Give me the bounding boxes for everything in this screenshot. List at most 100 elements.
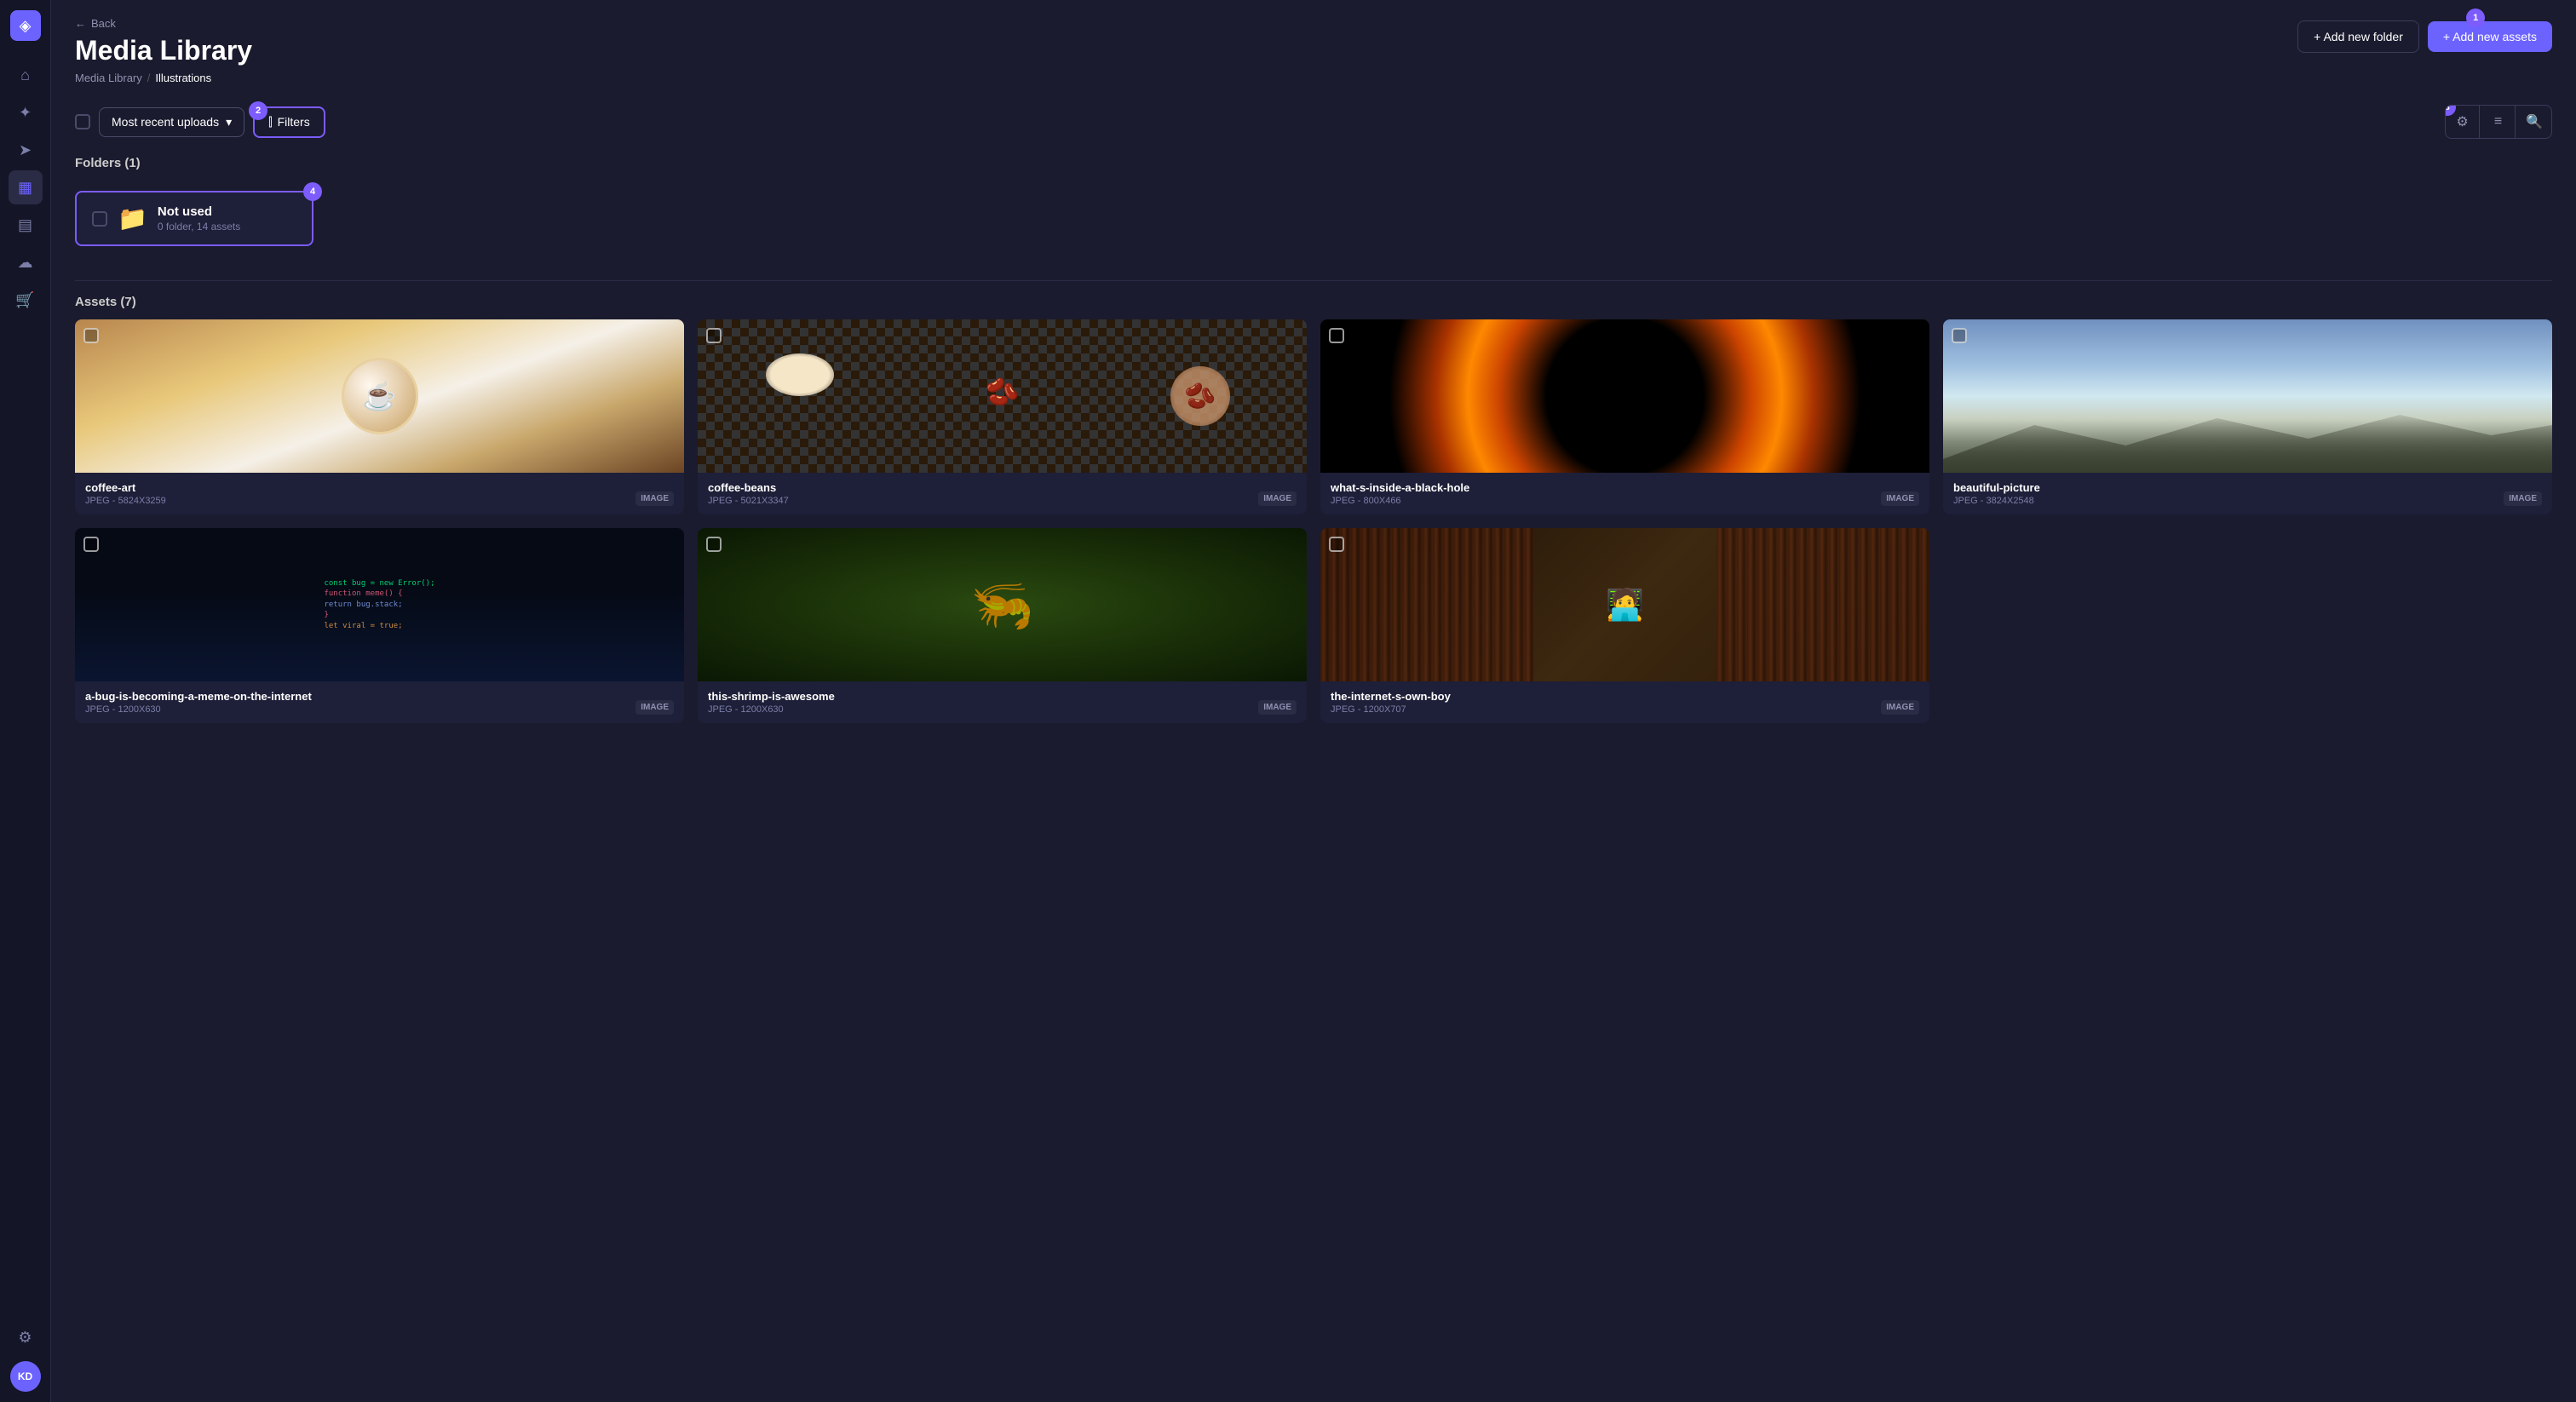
asset-checkbox-0[interactable] <box>83 328 99 343</box>
back-arrow-icon: ← <box>75 17 86 30</box>
sidebar-item-media[interactable]: ▦ <box>9 170 43 204</box>
header-left: ← Back Media Library Media Library / Ill… <box>75 17 252 84</box>
folders-section: Folders (1) 4 📁 Not used 0 folder, 14 as… <box>75 156 2552 246</box>
folder-item[interactable]: 📁 Not used 0 folder, 14 assets <box>75 191 313 246</box>
asset-meta-5: JPEG - 1200X630 <box>708 704 835 715</box>
asset-meta-2: JPEG - 800X466 <box>1331 496 1469 506</box>
asset-card-internet-boy[interactable]: 🧑‍💻 the-internet-s-own-boy JPEG - 1200X7… <box>1320 528 1929 723</box>
logo-icon: ◈ <box>20 17 32 35</box>
toolbar-badge-2: 2 <box>249 101 267 120</box>
sidebar-item-table[interactable]: ▤ <box>9 208 43 242</box>
asset-card-shrimp[interactable]: 🦐 this-shrimp-is-awesome JPEG - 1200X630… <box>698 528 1307 723</box>
sidebar-bottom: ⚙ KD <box>9 1320 43 1392</box>
asset-card-bug-meme[interactable]: const bug = new Error(); function meme()… <box>75 528 684 723</box>
select-all-checkbox[interactable] <box>75 114 90 129</box>
folder-meta: 0 folder, 14 assets <box>158 221 240 233</box>
folder-info: Not used 0 folder, 14 assets <box>158 204 240 233</box>
cloud-icon: ☁ <box>18 254 33 272</box>
asset-type-4: IMAGE <box>635 700 674 715</box>
asset-type-1: IMAGE <box>1258 491 1297 506</box>
header-badge-1: 1 <box>2466 9 2485 27</box>
assets-section: Assets (7) ☕ coffee-art JPEG - 5824X3259… <box>75 295 2552 723</box>
asset-card-beautiful-picture[interactable]: beautiful-picture JPEG - 3824X2548 IMAGE <box>1943 319 2552 514</box>
folders-section-title: Folders (1) <box>75 156 141 170</box>
asset-info-5: this-shrimp-is-awesome JPEG - 1200X630 I… <box>698 681 1307 723</box>
asset-info-2: what-s-inside-a-black-hole JPEG - 800X46… <box>1320 473 1929 514</box>
sidebar: ◈ ⌂ ✦ ➤ ▦ ▤ ☁ 🛒 ⚙ KD <box>0 0 51 1402</box>
filter-label: Filters <box>278 115 310 129</box>
folders-grid: 4 📁 Not used 0 folder, 14 assets <box>75 191 2552 246</box>
asset-type-0: IMAGE <box>635 491 674 506</box>
add-new-assets-button[interactable]: + Add new assets <box>2428 21 2552 52</box>
sidebar-item-home[interactable]: ⌂ <box>9 58 43 92</box>
toolbar-right: 3 ⚙ ≡ 🔍 <box>2445 105 2552 139</box>
search-button[interactable]: 🔍 <box>2517 106 2551 138</box>
sort-label: Most recent uploads <box>112 115 219 129</box>
asset-thumbnail-0: ☕ <box>75 319 684 473</box>
asset-info-3: beautiful-picture JPEG - 3824X2548 IMAGE <box>1943 473 2552 514</box>
asset-meta-0: JPEG - 5824X3259 <box>85 496 166 506</box>
toolbar: Most recent uploads ▾ 2 ⫿ Filters 3 ⚙ ≡ … <box>75 105 2552 139</box>
sidebar-item-cloud[interactable]: ☁ <box>9 245 43 279</box>
header: ← Back Media Library Media Library / Ill… <box>75 17 2552 84</box>
asset-thumbnail-6: 🧑‍💻 <box>1320 528 1929 681</box>
asset-info-6: the-internet-s-own-boy JPEG - 1200X707 I… <box>1320 681 1929 723</box>
asset-name-4: a-bug-is-becoming-a-meme-on-the-internet <box>85 690 312 703</box>
sidebar-item-navigation[interactable]: ➤ <box>9 133 43 167</box>
back-link[interactable]: ← Back <box>75 17 252 30</box>
asset-thumbnail-4: const bug = new Error(); function meme()… <box>75 528 684 681</box>
list-view-button[interactable]: ≡ <box>2481 106 2516 138</box>
asset-name-3: beautiful-picture <box>1953 481 2040 494</box>
asset-thumbnail-1: 🫘 🫘 <box>698 319 1307 473</box>
sidebar-logo[interactable]: ◈ <box>10 10 41 41</box>
asset-name-1: coffee-beans <box>708 481 789 494</box>
folder-checkbox[interactable] <box>92 211 107 227</box>
asset-checkbox-3[interactable] <box>1952 328 1967 343</box>
asset-info-1: coffee-beans JPEG - 5021X3347 IMAGE <box>698 473 1307 514</box>
toolbar-left: Most recent uploads ▾ 2 ⫿ Filters <box>75 106 325 138</box>
asset-name-5: this-shrimp-is-awesome <box>708 690 835 703</box>
asset-info-0: coffee-art JPEG - 5824X3259 IMAGE <box>75 473 684 514</box>
asset-checkbox-4[interactable] <box>83 537 99 552</box>
avatar[interactable]: KD <box>10 1361 41 1392</box>
settings-icon: ⚙ <box>18 1329 32 1347</box>
asset-meta-6: JPEG - 1200X707 <box>1331 704 1451 715</box>
chevron-down-icon: ▾ <box>226 115 232 129</box>
home-icon: ⌂ <box>20 66 30 84</box>
asset-checkbox-5[interactable] <box>706 537 722 552</box>
breadcrumb-separator: / <box>147 72 151 84</box>
navigation-icon: ➤ <box>19 141 32 159</box>
asset-checkbox-6[interactable] <box>1329 537 1344 552</box>
asset-name-2: what-s-inside-a-black-hole <box>1331 481 1469 494</box>
sidebar-item-settings[interactable]: ⚙ <box>9 1320 43 1354</box>
asset-thumbnail-3 <box>1943 319 2552 473</box>
folder-icon: 📁 <box>118 204 147 233</box>
asset-checkbox-1[interactable] <box>706 328 722 343</box>
sidebar-item-compose[interactable]: ✦ <box>9 95 43 129</box>
asset-card-black-hole[interactable]: what-s-inside-a-black-hole JPEG - 800X46… <box>1320 319 1929 514</box>
asset-name-0: coffee-art <box>85 481 166 494</box>
folder-badge-4: 4 <box>303 182 322 201</box>
asset-checkbox-2[interactable] <box>1329 328 1344 343</box>
asset-thumbnail-5: 🦐 <box>698 528 1307 681</box>
add-new-folder-button[interactable]: + Add new folder <box>2297 20 2419 53</box>
assets-grid: ☕ coffee-art JPEG - 5824X3259 IMAGE 🫘 🫘 <box>75 319 2552 723</box>
asset-thumbnail-2 <box>1320 319 1929 473</box>
grid-settings-icon: ⚙ <box>2456 113 2468 130</box>
asset-name-6: the-internet-s-own-boy <box>1331 690 1451 703</box>
search-icon: 🔍 <box>2526 113 2543 130</box>
sidebar-item-cart[interactable]: 🛒 <box>9 283 43 317</box>
asset-type-5: IMAGE <box>1258 700 1297 715</box>
asset-card-coffee-beans[interactable]: 🫘 🫘 coffee-beans JPEG - 5021X3347 IMAGE <box>698 319 1307 514</box>
asset-card-coffee-art[interactable]: ☕ coffee-art JPEG - 5824X3259 IMAGE <box>75 319 684 514</box>
table-icon: ▤ <box>18 216 32 234</box>
asset-info-4: a-bug-is-becoming-a-meme-on-the-internet… <box>75 681 684 723</box>
header-actions: 1 + Add new folder + Add new assets <box>2297 17 2552 53</box>
asset-type-2: IMAGE <box>1881 491 1919 506</box>
page-title: Media Library <box>75 35 252 66</box>
compose-icon: ✦ <box>19 104 32 122</box>
sort-dropdown[interactable]: Most recent uploads ▾ 2 <box>99 107 244 137</box>
breadcrumb: Media Library / Illustrations <box>75 72 252 84</box>
asset-type-6: IMAGE <box>1881 700 1919 715</box>
cart-icon: 🛒 <box>15 291 34 309</box>
